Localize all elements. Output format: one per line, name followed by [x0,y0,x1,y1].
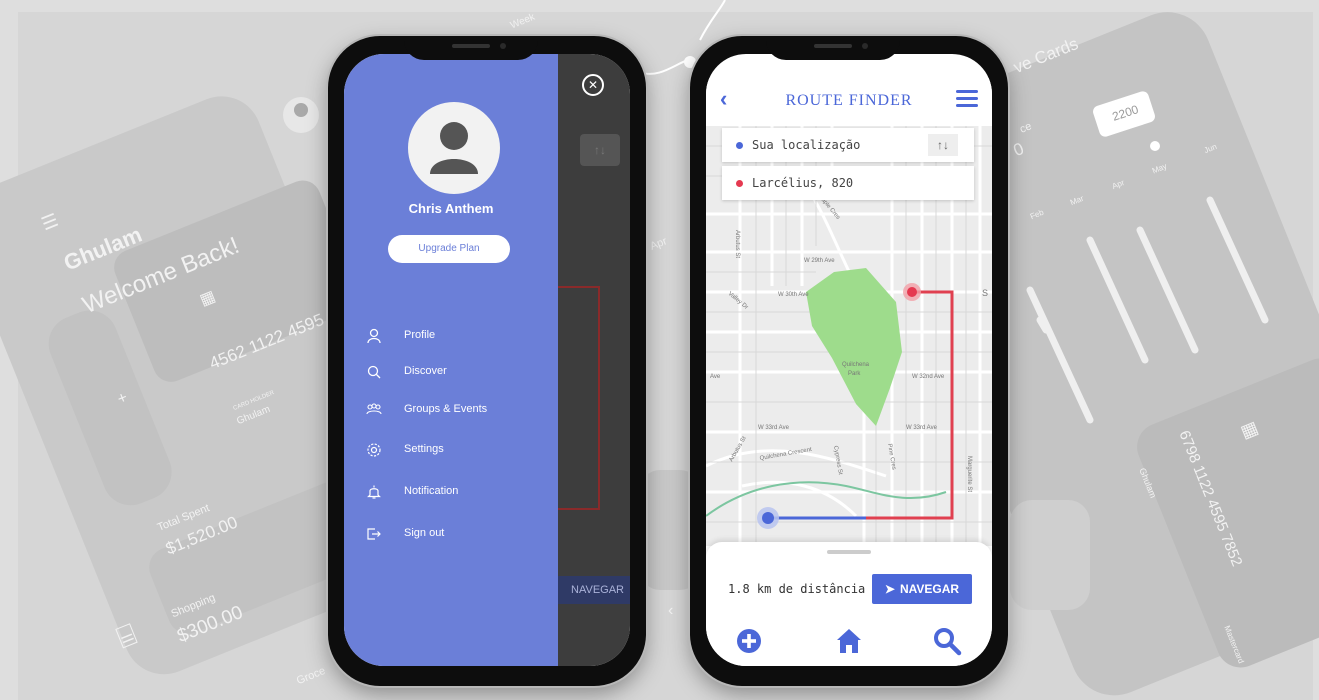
behind-navigate-button: NAVEGAR [558,576,630,604]
street-ave: Ave [710,374,721,380]
menu-item-profile[interactable]: Profile [366,326,546,348]
street-w33rd-right: W 33rd Ave [906,425,938,431]
swap-locations-button[interactable]: ↑↓ [928,134,958,156]
drawer-screen: ↑↓ NAVEGAR Chris Anthem Upgrade Plan Pro… [344,54,630,666]
park-label-1: Quilchena [842,362,870,368]
origin-dot-icon [736,142,743,149]
behind-route-line [558,286,600,510]
route-summary-panel: 1.8 km de distância ➤ NAVEGAR [706,542,992,666]
menu-item-label: Notification [404,485,459,497]
destination-dot-icon [736,180,743,187]
destination-field[interactable]: Larcélius, 820 [722,166,974,200]
sign-out-icon [367,528,381,540]
hamburger-icon [956,90,978,93]
street-w29th: W 29th Ave [804,258,835,264]
origin-field[interactable]: Sua localização ↑↓ [722,128,974,162]
user-name: Chris Anthem [408,201,494,216]
menu-item-discover[interactable]: Discover [366,362,546,384]
search-icon[interactable] [932,626,962,656]
menu-item-label: Groups & Events [404,403,488,415]
route-finder-screen: ‹ ROUTE FINDER Quilchena Park W 33rd Ave… [706,54,992,666]
menu-item-label: Settings [404,443,444,455]
upgrade-plan-button[interactable]: Upgrade Plan [388,235,510,263]
close-icon: ✕ [587,78,599,92]
street-w33rd-left: W 33rd Ave [758,425,790,431]
street-w32nd: W 32nd Ave [912,374,945,380]
map-view[interactable]: Quilchena Park W 33rd Ave W 33rd Ave W 3… [706,126,992,546]
menu-item-notification[interactable]: Notification [366,482,546,504]
user-icon [430,122,478,174]
phone-notch [404,36,538,60]
street-marguerite: Marguerite St [966,456,972,492]
home-icon[interactable] [834,626,864,656]
person-icon [367,328,381,344]
navigation-arrow-icon: ➤ [884,582,895,596]
navigate-button[interactable]: ➤ NAVEGAR [872,574,972,604]
background-mockups [0,0,1319,700]
distance-text: 1.8 km de distância [728,582,866,596]
street-arbutus: Arbutus St [734,230,740,258]
gear-icon [367,443,381,457]
close-drawer-button[interactable]: ✕ [582,74,604,96]
phone-notch [766,36,900,60]
street-w30th: W 30th Ave [778,292,809,298]
hamburger-menu-button[interactable] [956,90,978,108]
menu-item-groups-events[interactable]: Groups & Events [366,400,546,422]
phone-route-finder: ‹ ROUTE FINDER Quilchena Park W 33rd Ave… [690,36,1008,686]
phone-drawer: ↑↓ NAVEGAR Chris Anthem Upgrade Plan Pro… [328,36,646,686]
navigate-label: NAVEGAR [899,582,960,596]
bg-chevron-left-icon: ‹ [668,602,674,619]
menu-item-label: Sign out [404,527,445,539]
avatar[interactable] [408,102,500,194]
group-icon [366,403,382,415]
destination-text: Larcélius, 820 [752,176,854,190]
add-icon[interactable] [734,626,764,656]
street-s: S [982,288,988,298]
behind-swap-button: ↑↓ [580,134,620,166]
menu-item-settings[interactable]: Settings [366,440,546,462]
park-label-2: Park [848,371,861,377]
page-title: ROUTE FINDER [785,92,913,109]
menu-item-label: Profile [404,329,436,341]
search-icon [367,365,381,379]
drag-handle[interactable] [827,550,871,554]
bell-icon [367,485,381,499]
menu-item-sign-out[interactable]: Sign out [366,524,546,546]
navigation-drawer: Chris Anthem Upgrade Plan Profile Discov… [344,54,558,666]
origin-text: Sua localização [752,138,861,152]
menu-item-label: Discover [404,365,447,377]
app-header: ‹ ROUTE FINDER [706,78,992,126]
